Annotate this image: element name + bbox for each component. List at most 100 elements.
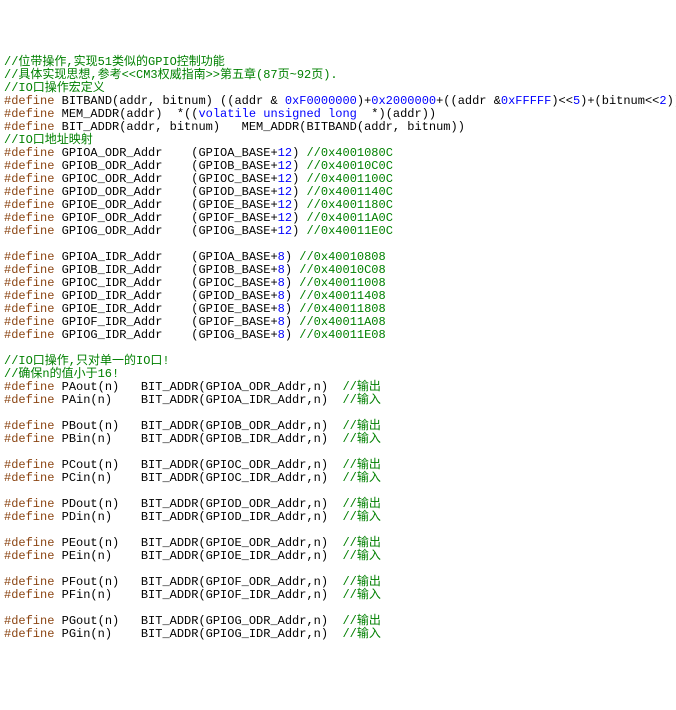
code-token-identifier: PGin(n) BIT_ADDR(GPIOG_IDR_Addr,n) bbox=[54, 627, 342, 641]
code-token-identifier: BITBAND(addr, bitnum) ((addr & bbox=[54, 94, 284, 108]
code-line[interactable]: #define PAin(n) BIT_ADDR(GPIOA_IDR_Addr,… bbox=[4, 394, 672, 407]
code-token-keyword: #define bbox=[4, 94, 54, 108]
code-token-comment: //输入 bbox=[342, 510, 380, 524]
code-token-keyword: #define bbox=[4, 510, 54, 524]
code-token-identifier: GPIOA_IDR_Addr (GPIOA_BASE+ bbox=[54, 250, 277, 264]
code-token-number: 8 bbox=[278, 250, 285, 264]
code-token-identifier: GPIOG_ODR_Addr (GPIOG_BASE+ bbox=[54, 224, 277, 238]
code-token-comment: //0x40010C0C bbox=[306, 159, 392, 173]
code-token-identifier: GPIOD_IDR_Addr (GPIOD_BASE+ bbox=[54, 289, 277, 303]
code-token-identifier: PEin(n) BIT_ADDR(GPIOE_IDR_Addr,n) bbox=[54, 549, 342, 563]
code-token-comment: //输出 bbox=[342, 419, 380, 433]
code-token-identifier: GPIOF_ODR_Addr (GPIOF_BASE+ bbox=[54, 211, 277, 225]
code-token-comment: //0x4001140C bbox=[306, 185, 392, 199]
code-token-keyword: #define bbox=[4, 575, 54, 589]
code-line[interactable]: #define PEin(n) BIT_ADDR(GPIOE_IDR_Addr,… bbox=[4, 550, 672, 563]
code-line[interactable]: #define PDin(n) BIT_ADDR(GPIOD_IDR_Addr,… bbox=[4, 511, 672, 524]
code-token-number: 12 bbox=[278, 159, 292, 173]
code-token-identifier: ) bbox=[292, 146, 306, 160]
code-token-keyword: #define bbox=[4, 211, 54, 225]
code-line[interactable]: #define GPIOG_IDR_Addr (GPIOG_BASE+8) //… bbox=[4, 329, 672, 342]
code-token-identifier: ) bbox=[292, 159, 306, 173]
code-token-number: 8 bbox=[278, 302, 285, 316]
code-token-keyword: #define bbox=[4, 185, 54, 199]
code-token-comment: //0x40010808 bbox=[299, 250, 385, 264]
code-token-identifier: ) bbox=[292, 211, 306, 225]
code-token-identifier: BIT_ADDR(addr, bitnum) MEM_ADDR(BITBAND(… bbox=[54, 120, 464, 134]
code-token-identifier: ) bbox=[285, 289, 299, 303]
code-token-identifier: ) bbox=[292, 198, 306, 212]
code-token-comment: //0x4001180C bbox=[306, 198, 392, 212]
code-line[interactable]: #define PGin(n) BIT_ADDR(GPIOG_IDR_Addr,… bbox=[4, 628, 672, 641]
code-token-identifier: PFin(n) BIT_ADDR(GPIOF_IDR_Addr,n) bbox=[54, 588, 342, 602]
code-token-identifier: ) bbox=[285, 302, 299, 316]
code-token-identifier: PFout(n) BIT_ADDR(GPIOF_ODR_Addr,n) bbox=[54, 575, 342, 589]
code-line[interactable]: #define PCin(n) BIT_ADDR(GPIOC_IDR_Addr,… bbox=[4, 472, 672, 485]
code-token-identifier: ) bbox=[292, 224, 306, 238]
code-token-keyword: #define bbox=[4, 549, 54, 563]
code-token-keyword: #define bbox=[4, 328, 54, 342]
code-token-identifier: GPIOA_ODR_Addr (GPIOA_BASE+ bbox=[54, 146, 277, 160]
code-token-comment: //输入 bbox=[342, 432, 380, 446]
code-token-identifier: GPIOF_IDR_Addr (GPIOF_BASE+ bbox=[54, 315, 277, 329]
code-token-identifier: GPIOB_IDR_Addr (GPIOB_BASE+ bbox=[54, 263, 277, 277]
code-token-keyword: #define bbox=[4, 588, 54, 602]
code-token-number: 12 bbox=[278, 146, 292, 160]
code-token-number: 8 bbox=[278, 315, 285, 329]
code-token-identifier: PEout(n) BIT_ADDR(GPIOE_ODR_Addr,n) bbox=[54, 536, 342, 550]
code-token-comment: //0x40011E0C bbox=[306, 224, 392, 238]
code-token-comment: //0x4001100C bbox=[306, 172, 392, 186]
code-token-keyword: #define bbox=[4, 614, 54, 628]
code-token-comment: //0x4001080C bbox=[306, 146, 392, 160]
code-token-keyword: #define bbox=[4, 536, 54, 550]
code-token-comment: //0x40011008 bbox=[299, 276, 385, 290]
code-token-identifier: PBout(n) BIT_ADDR(GPIOB_ODR_Addr,n) bbox=[54, 419, 342, 433]
code-token-comment: //输入 bbox=[342, 588, 380, 602]
code-token-identifier: GPIOE_ODR_Addr (GPIOE_BASE+ bbox=[54, 198, 277, 212]
code-line[interactable]: #define BIT_ADDR(addr, bitnum) MEM_ADDR(… bbox=[4, 121, 672, 134]
code-token-keyword: #define bbox=[4, 471, 54, 485]
code-token-identifier: )+(bitnum<< bbox=[580, 94, 659, 108]
code-token-keyword: #define bbox=[4, 380, 54, 394]
code-editor-content[interactable]: //位带操作,实现51类似的GPIO控制功能//具体实现思想,参考<<CM3权威… bbox=[4, 56, 672, 641]
code-token-comment: //输入 bbox=[342, 627, 380, 641]
code-token-identifier: PGout(n) BIT_ADDR(GPIOG_ODR_Addr,n) bbox=[54, 614, 342, 628]
code-token-comment: //IO口操作宏定义 bbox=[4, 81, 105, 95]
code-token-identifier: PBin(n) BIT_ADDR(GPIOB_IDR_Addr,n) bbox=[54, 432, 342, 446]
code-token-identifier: GPIOG_IDR_Addr (GPIOG_BASE+ bbox=[54, 328, 277, 342]
code-token-keyword: #define bbox=[4, 120, 54, 134]
code-token-number: 0xF0000000 bbox=[285, 94, 357, 108]
code-token-comment: //输出 bbox=[342, 497, 380, 511]
code-token-identifier: )<< bbox=[551, 94, 573, 108]
code-token-number: 12 bbox=[278, 172, 292, 186]
code-token-identifier: PDout(n) BIT_ADDR(GPIOD_ODR_Addr,n) bbox=[54, 497, 342, 511]
code-token-number: 8 bbox=[278, 289, 285, 303]
code-token-keyword: #define bbox=[4, 627, 54, 641]
code-token-keyword: #define bbox=[4, 107, 54, 121]
code-token-comment: //IO口操作,只对单一的IO口! bbox=[4, 354, 170, 368]
code-token-number: 8 bbox=[278, 263, 285, 277]
code-token-keyword: #define bbox=[4, 302, 54, 316]
code-token-comment: //输出 bbox=[342, 458, 380, 472]
code-token-keyword: #define bbox=[4, 458, 54, 472]
code-token-identifier: GPIOC_IDR_Addr (GPIOC_BASE+ bbox=[54, 276, 277, 290]
code-token-type: volatile unsigned long bbox=[198, 107, 356, 121]
code-token-identifier: +((addr & bbox=[436, 94, 501, 108]
code-token-keyword: #define bbox=[4, 250, 54, 264]
code-token-identifier: PAout(n) BIT_ADDR(GPIOA_ODR_Addr,n) bbox=[54, 380, 342, 394]
code-token-identifier: GPIOE_IDR_Addr (GPIOE_BASE+ bbox=[54, 302, 277, 316]
code-token-keyword: #define bbox=[4, 263, 54, 277]
code-token-comment: //0x40011A0C bbox=[306, 211, 392, 225]
code-token-comment: //0x40010C08 bbox=[299, 263, 385, 277]
code-token-identifier: PCout(n) BIT_ADDR(GPIOC_ODR_Addr,n) bbox=[54, 458, 342, 472]
code-line[interactable]: #define PBin(n) BIT_ADDR(GPIOB_IDR_Addr,… bbox=[4, 433, 672, 446]
code-token-number: 12 bbox=[278, 198, 292, 212]
code-token-comment: //输入 bbox=[342, 471, 380, 485]
code-token-comment: //具体实现思想,参考<<CM3权威指南>>第五章(87页~92页). bbox=[4, 68, 338, 82]
code-token-identifier: ) bbox=[292, 172, 306, 186]
code-token-identifier: )+ bbox=[357, 94, 371, 108]
code-token-keyword: #define bbox=[4, 198, 54, 212]
code-line[interactable]: #define GPIOG_ODR_Addr (GPIOG_BASE+12) /… bbox=[4, 225, 672, 238]
code-token-keyword: #define bbox=[4, 419, 54, 433]
code-token-identifier: PDin(n) BIT_ADDR(GPIOD_IDR_Addr,n) bbox=[54, 510, 342, 524]
